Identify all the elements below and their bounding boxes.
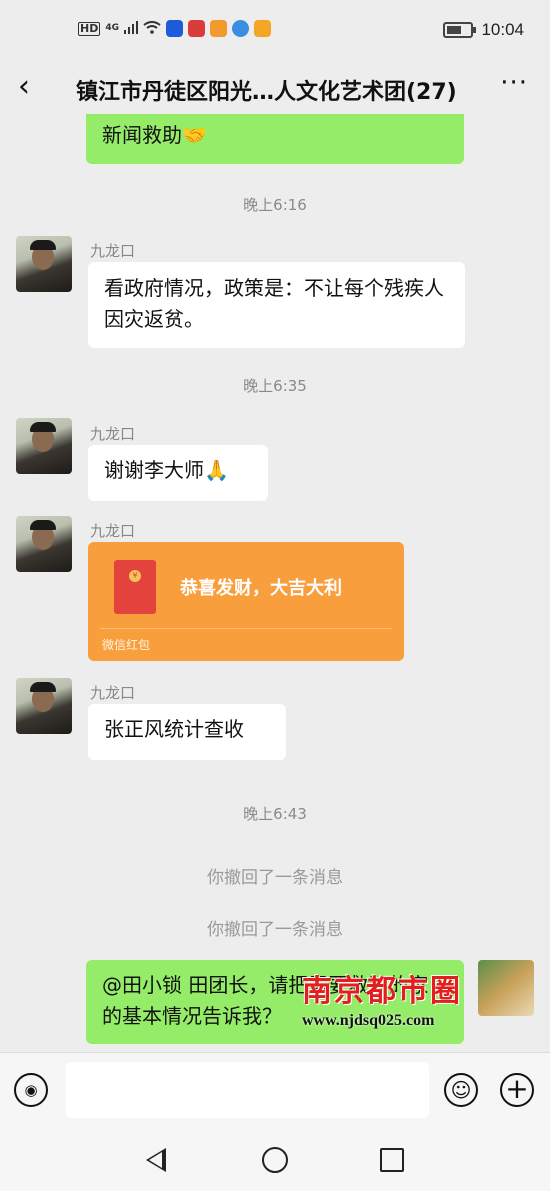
wallet-app-icon	[254, 20, 271, 37]
group-title[interactable]: 镇江市丹徒区阳光…人文化艺术团(27)	[76, 74, 457, 106]
message-text: 张正风统计查收	[104, 717, 244, 741]
nav-home-icon[interactable]	[262, 1147, 288, 1173]
red-packet-card[interactable]: ¥ 恭喜发财，大吉大利 微信红包	[88, 542, 404, 661]
avatar[interactable]	[16, 418, 72, 474]
status-bar: HD 4G 10:04	[0, 0, 550, 62]
chat-history[interactable]: 新闻救助🤝 晚上6:16 九龙口 看政府情况，政策是：不让每个残疾人因灾返贫。 …	[0, 114, 550, 1052]
nav-recents-icon[interactable]	[380, 1148, 404, 1172]
battery-icon	[443, 22, 477, 38]
timestamp: 晚上6:43	[243, 805, 307, 823]
plus-icon[interactable]: +	[500, 1073, 534, 1107]
wifi-icon	[143, 20, 161, 37]
signal-strength-icon	[124, 20, 138, 37]
news-app-icon	[188, 20, 205, 37]
watermark: 南京都市圈 www.njdsq025.com	[302, 966, 542, 1030]
message-input[interactable]	[66, 1062, 429, 1118]
network-type: 4G	[105, 23, 119, 33]
red-packet-icon: ¥	[114, 560, 156, 614]
clock: 10:04	[481, 20, 524, 39]
timestamp: 晚上6:16	[243, 196, 307, 214]
sender-name: 九龙口	[90, 684, 136, 702]
input-bar: ◉ ☺ +	[0, 1052, 550, 1131]
divider	[100, 628, 392, 629]
avatar[interactable]	[16, 678, 72, 734]
video-app-icon	[210, 20, 227, 37]
emoji-icon[interactable]: ☺	[444, 1073, 478, 1107]
back-icon[interactable]: ‹	[18, 72, 30, 102]
nav-back-icon[interactable]	[146, 1148, 166, 1172]
sender-name: 九龙口	[90, 425, 136, 443]
avatar[interactable]	[16, 236, 72, 292]
red-packet-label: 微信红包	[102, 638, 151, 652]
red-packet-title: 恭喜发财，大吉大利	[180, 578, 342, 599]
system-nav-bar	[0, 1130, 550, 1191]
partial-sent-bubble[interactable]: 新闻救助🤝	[86, 114, 464, 164]
message-bubble[interactable]: 谢谢李大师🙏	[88, 445, 268, 501]
browser-app-icon	[232, 20, 249, 37]
watermark-url: www.njdsq025.com	[302, 1012, 435, 1029]
recall-notice: 你撤回了一条消息	[207, 920, 343, 940]
partial-message-text: 新闻救助🤝	[102, 123, 207, 147]
sender-name: 九龙口	[90, 242, 136, 260]
baidu-app-icon	[166, 20, 183, 37]
hd-indicator: HD	[78, 21, 101, 36]
recall-notice: 你撤回了一条消息	[207, 868, 343, 888]
message-text: 谢谢李大师🙏	[104, 458, 229, 482]
avatar[interactable]	[16, 516, 72, 572]
message-bubble[interactable]: 张正风统计查收	[88, 704, 286, 760]
watermark-title: 南京都市圈	[302, 974, 462, 1009]
message-bubble[interactable]: 看政府情况，政策是：不让每个残疾人因灾返贫。	[88, 262, 465, 348]
timestamp: 晚上6:35	[243, 377, 307, 395]
sender-name: 九龙口	[90, 522, 136, 540]
voice-icon[interactable]: ◉	[14, 1073, 48, 1107]
chat-header: ‹ 镇江市丹徒区阳光…人文化艺术团(27) ···	[0, 62, 550, 114]
message-text: 看政府情况，政策是：不让每个残疾人因灾返贫。	[104, 276, 444, 331]
more-icon[interactable]: ···	[500, 68, 528, 98]
